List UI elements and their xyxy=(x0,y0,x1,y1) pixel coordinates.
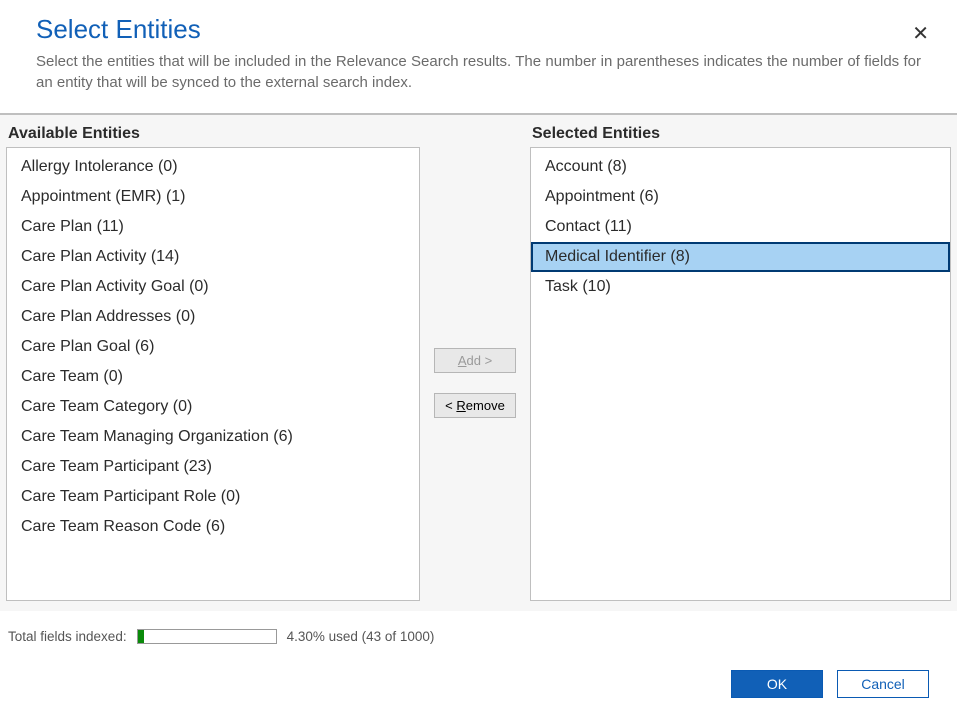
select-entities-dialog: Select Entities Select the entities that… xyxy=(0,0,957,714)
available-column: Available Entities Allergy Intolerance (… xyxy=(0,115,420,611)
list-item[interactable]: Appointment (EMR) (1) xyxy=(7,182,419,212)
selected-listbox-wrap: Account (8)Appointment (6)Contact (11)Me… xyxy=(530,147,951,601)
ok-button[interactable]: OK xyxy=(731,670,823,698)
dialog-title: Select Entities xyxy=(36,14,921,45)
list-item[interactable]: Task (10) xyxy=(531,272,950,302)
status-label: Total fields indexed: xyxy=(8,629,127,644)
list-item[interactable]: Medical Identifier (8) xyxy=(531,242,950,272)
list-item[interactable]: Care Team (0) xyxy=(7,362,419,392)
list-item[interactable]: Care Plan Goal (6) xyxy=(7,332,419,362)
available-label: Available Entities xyxy=(6,125,420,147)
transfer-buttons: Add > < Remove xyxy=(420,115,530,611)
list-item[interactable]: Care Plan Activity (14) xyxy=(7,242,419,272)
cancel-button[interactable]: Cancel xyxy=(837,670,929,698)
selected-column: Selected Entities Account (8)Appointment… xyxy=(530,115,957,611)
list-item[interactable]: Appointment (6) xyxy=(531,182,950,212)
available-listbox-wrap: Allergy Intolerance (0)Appointment (EMR)… xyxy=(6,147,420,601)
list-item[interactable]: Allergy Intolerance (0) xyxy=(7,152,419,182)
list-item[interactable]: Care Team Category (0) xyxy=(7,392,419,422)
list-item[interactable]: Care Plan (11) xyxy=(7,212,419,242)
list-item[interactable]: Care Team Participant (23) xyxy=(7,452,419,482)
list-item[interactable]: Care Plan Activity Goal (0) xyxy=(7,272,419,302)
list-item[interactable]: Care Team Participant Role (0) xyxy=(7,482,419,512)
list-item[interactable]: Account (8) xyxy=(531,152,950,182)
list-item[interactable]: Care Plan Addresses (0) xyxy=(7,302,419,332)
add-button[interactable]: Add > xyxy=(434,348,516,373)
status-row: Total fields indexed: 4.30% used (43 of … xyxy=(0,611,957,656)
progress-fill xyxy=(138,630,144,643)
status-text: 4.30% used (43 of 1000) xyxy=(287,629,435,644)
available-listbox[interactable]: Allergy Intolerance (0)Appointment (EMR)… xyxy=(7,148,419,600)
progress-bar xyxy=(137,629,277,644)
list-item[interactable]: Contact (11) xyxy=(531,212,950,242)
list-item[interactable]: Care Team Reason Code (6) xyxy=(7,512,419,542)
list-item[interactable]: Care Team Managing Organization (6) xyxy=(7,422,419,452)
remove-button[interactable]: < Remove xyxy=(434,393,516,418)
dialog-header: Select Entities Select the entities that… xyxy=(0,0,957,113)
dialog-body: Available Entities Allergy Intolerance (… xyxy=(0,113,957,611)
dialog-subtitle: Select the entities that will be include… xyxy=(36,51,921,93)
dialog-footer: OK Cancel xyxy=(0,656,957,714)
selected-listbox[interactable]: Account (8)Appointment (6)Contact (11)Me… xyxy=(531,148,950,600)
close-icon[interactable]: ✕ xyxy=(912,24,929,44)
selected-label: Selected Entities xyxy=(530,125,951,147)
